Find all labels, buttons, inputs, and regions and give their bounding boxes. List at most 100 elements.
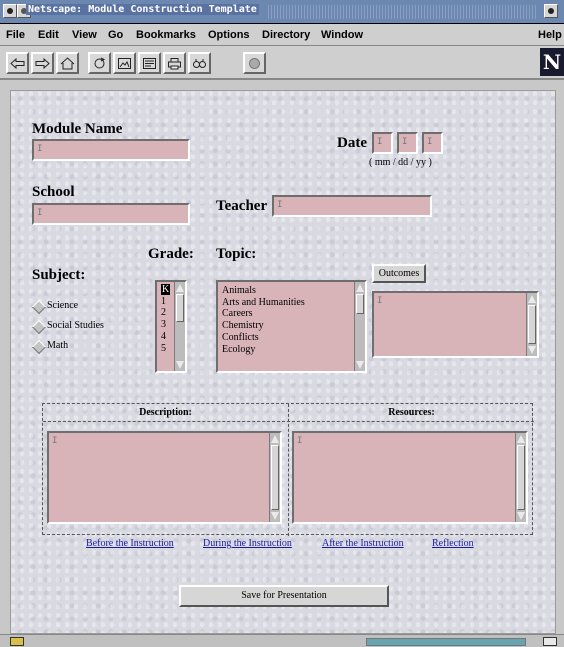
outcomes-textarea[interactable]: I [372,291,539,358]
teacher-label: Teacher [216,198,268,214]
list-item[interactable]: Animals [218,285,365,297]
scroll-down-icon[interactable] [176,361,184,369]
scroll-up-icon[interactable] [356,284,364,292]
title-bar-pattern [268,5,538,19]
list-item[interactable]: Ecology [218,344,365,356]
menu-help[interactable]: Help [538,29,562,41]
date-day-field[interactable]: I [397,132,418,154]
text-caret: I [37,208,43,218]
school-field[interactable]: I [32,203,190,225]
scroll-down-icon[interactable] [517,512,525,520]
home-button[interactable] [56,52,79,74]
menu-options[interactable]: Options [208,29,250,41]
maximize-button[interactable] [544,4,558,18]
description-textarea[interactable]: I [47,431,282,524]
list-item[interactable]: Careers [218,308,365,320]
date-format-hint: ( mm / dd / yy ) [369,157,432,168]
scroll-up-icon[interactable] [528,295,536,303]
find-button[interactable] [188,52,211,74]
images-button[interactable] [113,52,136,74]
scroll-thumb[interactable] [356,294,364,314]
list-item[interactable]: Arts and Humanities [218,297,365,309]
text-caret: I [37,144,43,154]
link-during-instruction[interactable]: During the Instruction [203,538,292,549]
outcomes-button[interactable]: Outcomes [372,264,426,283]
scroll-thumb[interactable] [271,445,279,510]
grade-list-scrollbar[interactable] [174,282,185,371]
topic-list[interactable]: Animals Arts and Humanities Careers Chem… [216,280,367,373]
page-content: Module Name I Date I I I ( mm / dd / yy … [10,90,556,634]
forward-icon [35,57,50,69]
module-name-field[interactable]: I [32,139,190,161]
outcomes-scrollbar[interactable] [526,293,537,356]
menu-bookmarks[interactable]: Bookmarks [136,29,196,41]
date-year-field[interactable]: I [422,132,443,154]
menu-directory[interactable]: Directory [262,29,310,41]
text-caret: I [277,200,283,210]
resources-header: Resources: [388,407,435,418]
window-title: Netscape: Module Construction Template [26,4,259,15]
link-after-instruction[interactable]: After the Instruction [322,538,404,549]
grade-label: Grade: [148,246,194,262]
scroll-thumb[interactable] [528,305,536,344]
print-icon [168,57,181,69]
scroll-thumb[interactable] [176,294,184,322]
list-item[interactable]: Chemistry [218,320,365,332]
table-divider [288,404,289,536]
text-caret: I [52,436,58,446]
table-header-divider [43,421,534,422]
resources-scrollbar[interactable] [515,433,526,522]
scroll-up-icon[interactable] [176,284,184,292]
scroll-down-icon[interactable] [528,346,536,354]
description-scrollbar[interactable] [269,433,280,522]
diamond-toggle-icon [31,319,47,335]
mail-icon[interactable] [543,637,557,646]
text-caret: I [297,436,303,446]
diamond-toggle-icon [31,339,47,355]
description-resources-table: Description: Resources: I I [42,403,534,536]
scroll-down-icon[interactable] [271,512,279,520]
resources-textarea[interactable]: I [292,431,528,524]
subject-social-studies-label: Social Studies [47,320,104,331]
forward-button[interactable] [31,52,54,74]
print-button[interactable] [163,52,186,74]
title-bar: Netscape: Module Construction Template [0,0,564,24]
scroll-down-icon[interactable] [356,361,364,369]
menu-view[interactable]: View [72,29,97,41]
images-icon [118,57,131,69]
topic-list-scrollbar[interactable] [354,282,365,371]
description-header: Description: [139,407,192,418]
date-month-field[interactable]: I [372,132,393,154]
menu-file[interactable]: File [6,29,25,41]
back-button[interactable] [6,52,29,74]
link-reflection[interactable]: Reflection [432,538,474,549]
reload-button[interactable] [88,52,111,74]
subject-math-checkbox[interactable]: Math [31,339,94,355]
subject-science-checkbox[interactable]: Science [31,299,114,315]
menu-bar: File Edit View Go Bookmarks Options Dire… [0,24,564,46]
scroll-up-icon[interactable] [517,435,525,443]
menu-window[interactable]: Window [321,29,363,41]
open-button[interactable] [138,52,161,74]
diamond-toggle-icon [31,299,47,315]
scroll-up-icon[interactable] [271,435,279,443]
window-menu-button[interactable] [3,4,17,18]
menu-go[interactable]: Go [108,29,123,41]
netscape-logo: N [540,48,564,76]
grade-list[interactable]: K 1 2 3 4 5 [155,280,187,373]
link-before-instruction[interactable]: Before the Instruction [86,538,174,549]
subject-label: Subject: [32,267,86,283]
teacher-field[interactable]: I [272,195,432,217]
date-label: Date [337,135,367,151]
save-for-presentation-button[interactable]: Save for Presentation [179,585,389,607]
security-key-icon[interactable] [10,637,24,646]
subject-science-label: Science [47,300,79,311]
list-item[interactable]: Conflicts [218,332,365,344]
menu-edit[interactable]: Edit [38,29,59,41]
subject-social-studies-checkbox[interactable]: Social Studies [31,319,124,335]
stop-button[interactable] [243,52,266,74]
status-bar [0,634,564,647]
text-caret: I [377,137,383,147]
open-icon [143,57,156,69]
scroll-thumb[interactable] [517,445,525,510]
